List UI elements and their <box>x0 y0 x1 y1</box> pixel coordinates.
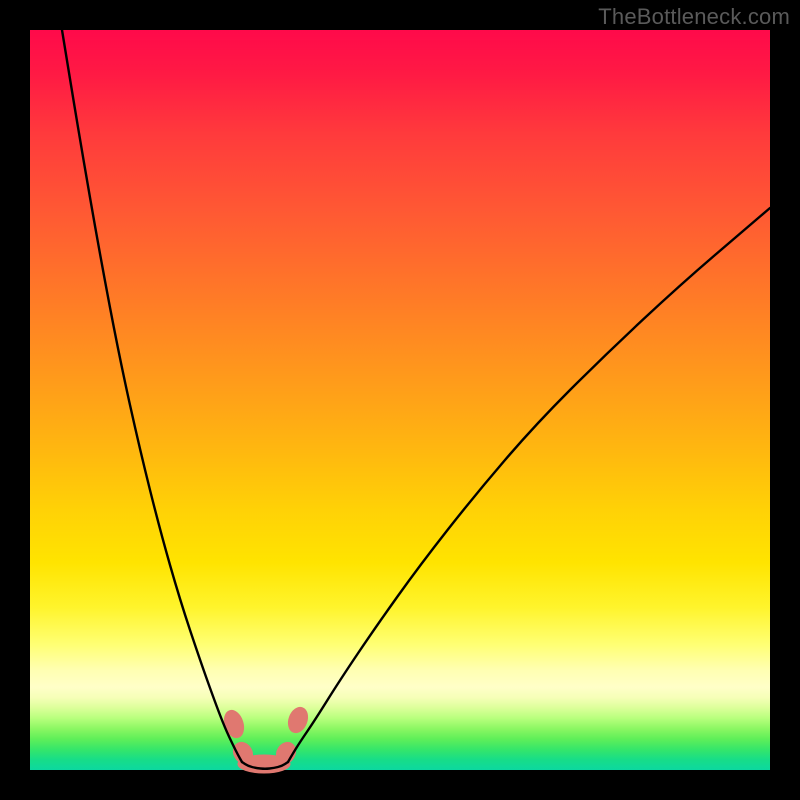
curve-svg <box>30 30 770 770</box>
curve-right-branch <box>288 208 770 762</box>
chart-frame: TheBottleneck.com <box>0 0 800 800</box>
blob-left-upper <box>221 708 247 740</box>
watermark-text: TheBottleneck.com <box>598 4 790 30</box>
plot-area <box>30 30 770 770</box>
trough-markers <box>221 705 311 773</box>
curve-left-branch <box>62 30 242 762</box>
